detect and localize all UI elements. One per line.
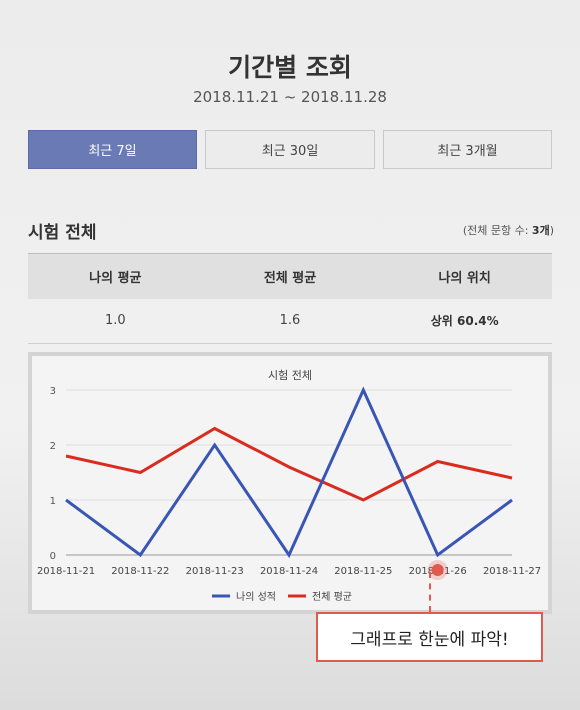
x-tick-label: 2018-11-27 bbox=[483, 566, 541, 577]
y-tick-label: 3 bbox=[50, 386, 56, 397]
section-title: 시험 전체 bbox=[28, 223, 97, 243]
callout-connector bbox=[429, 572, 431, 612]
x-tick-label: 2018-11-21 bbox=[37, 566, 95, 577]
tab-recent-30-days[interactable]: 최근 30일 bbox=[205, 130, 375, 169]
chart-title: 시험 전체 bbox=[268, 369, 312, 382]
legend-label: 나의 성적 bbox=[236, 591, 276, 603]
question-count-suffix: ) bbox=[549, 224, 554, 237]
tab-recent-7-days[interactable]: 최근 7일 bbox=[28, 130, 197, 169]
header-my-average: 나의 평균 bbox=[89, 271, 142, 286]
y-tick-label: 0 bbox=[50, 551, 56, 562]
series-line bbox=[65, 386, 513, 559]
legend-label: 전체 평균 bbox=[312, 591, 352, 603]
cell-my-position: 상위 60.4% bbox=[430, 314, 499, 328]
question-count-value: 3개 bbox=[531, 224, 550, 237]
page-title: 기간별 조회 bbox=[228, 53, 352, 82]
date-range: 2018.11.21 ~ 2018.11.28 bbox=[193, 88, 387, 106]
chart-container: 0 1 2 3 2018-11-21 2018-11-22 2018-11-23 2018-1… bbox=[28, 352, 552, 614]
cell-my-average: 1.0 bbox=[104, 313, 126, 328]
table-row: 1.0 1.6 상위 60.4% bbox=[28, 298, 552, 344]
header-overall-average: 전체 평균 bbox=[263, 271, 317, 286]
cell-overall-average: 1.6 bbox=[279, 313, 301, 328]
line-chart: 0 1 2 3 2018-11-21 2018-11-22 2018-11-23 2018-1… bbox=[37, 369, 541, 603]
tab-recent-3-months[interactable]: 최근 3개월 bbox=[383, 130, 552, 169]
x-tick-label: 2018-11-23 bbox=[186, 566, 244, 577]
callout-box: 그래프로 한눈에 파악! bbox=[316, 612, 543, 662]
series-line bbox=[65, 426, 513, 502]
y-tick-label: 2 bbox=[50, 441, 56, 452]
highlight-dot bbox=[431, 564, 444, 576]
header-my-position: 나의 위치 bbox=[438, 271, 491, 286]
x-tick-label: 2018-11-24 bbox=[260, 566, 318, 577]
question-count-prefix: (전체 문항 수: bbox=[462, 224, 532, 237]
y-tick-label: 1 bbox=[50, 496, 56, 507]
question-count: (전체 문항 수: 3개) bbox=[463, 222, 554, 238]
table-header: 나의 평균 전체 평균 나의 위치 bbox=[28, 253, 552, 299]
x-tick-label: 2018-11-25 bbox=[334, 566, 392, 577]
x-tick-label: 2018-11-22 bbox=[111, 566, 169, 577]
